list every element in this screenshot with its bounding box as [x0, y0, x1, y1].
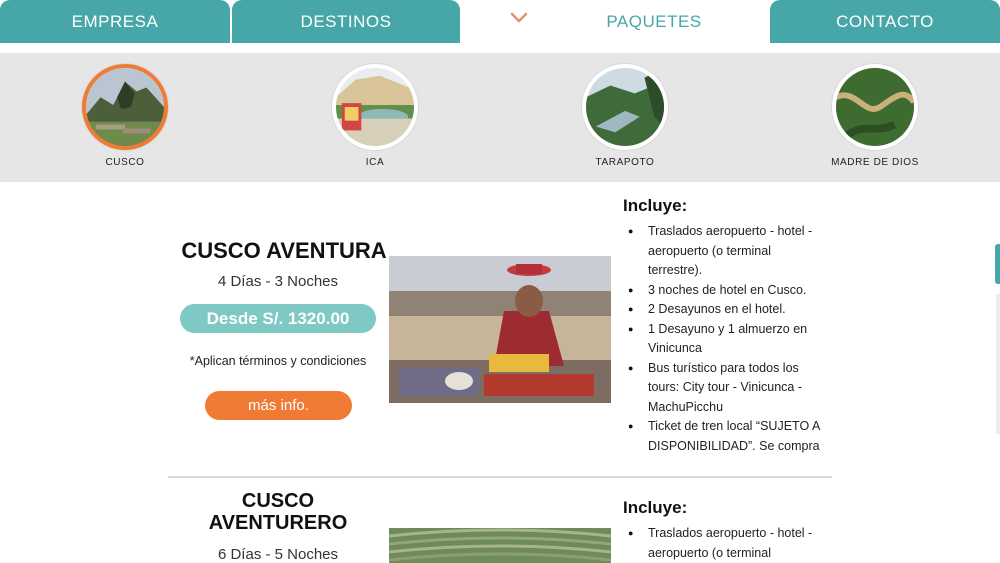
chevron-down-icon	[510, 12, 528, 23]
divider	[168, 476, 832, 478]
tab-label: DESTINOS	[300, 11, 392, 31]
list-item: Ticket de tren local “SUJETO A DISPONIBI…	[628, 417, 828, 456]
destination-ica[interactable]: ICA	[305, 64, 445, 168]
cusco-thumbnail	[82, 64, 168, 150]
list-item: 3 noches de hotel en Cusco.	[628, 281, 828, 301]
terms-note: *Aplican términos y condiciones	[189, 354, 367, 368]
package-duration: 4 Días - 3 Noches	[217, 273, 339, 290]
tab-empresa[interactable]: EMPRESA	[0, 0, 230, 43]
includes-title: Incluye:	[623, 196, 688, 215]
tarapoto-thumbnail	[582, 64, 668, 150]
tab-paquetes[interactable]: PAQUETES	[462, 0, 768, 43]
includes-title: Incluye:	[623, 498, 688, 517]
scroll-edge-tab[interactable]	[995, 244, 1000, 284]
package-photo	[389, 528, 611, 563]
more-info-button[interactable]: más info.	[205, 391, 352, 420]
top-nav: EMPRESA DESTINOS PAQUETES CONTACTO	[0, 0, 1000, 44]
madre-de-dios-thumbnail	[832, 64, 918, 150]
price-badge: Desde S/. 1320.00	[180, 304, 376, 333]
list-item: Bus turístico para todos los tours: City…	[628, 359, 828, 418]
list-item: Traslados aeropuerto - hotel - aeropuert…	[628, 524, 828, 563]
destination-label: TARAPOTO	[595, 157, 655, 168]
destination-cusco[interactable]: CUSCO	[55, 64, 195, 168]
package-card: CUSCO AVENTURERO 6 Días - 5 Noches Inclu…	[168, 490, 832, 563]
tab-contacto[interactable]: CONTACTO	[770, 0, 1000, 43]
tab-label: EMPRESA	[71, 11, 159, 31]
list-item: 2 Desayunos en el hotel.	[628, 300, 828, 320]
package-title: CUSCO AVENTURERO	[208, 490, 348, 534]
destination-label: ICA	[365, 157, 385, 168]
ica-thumbnail	[332, 64, 418, 150]
package-title: CUSCO AVENTURA	[181, 238, 387, 263]
destination-label: MADRE DE DIOS	[831, 157, 919, 168]
destination-madre-de-dios[interactable]: MADRE DE DIOS	[805, 64, 945, 168]
tab-label: CONTACTO	[836, 11, 934, 31]
includes-list: Traslados aeropuerto - hotel - aeropuert…	[628, 222, 828, 456]
includes-list: Traslados aeropuerto - hotel - aeropuert…	[628, 524, 828, 563]
scrollbar-track[interactable]	[996, 294, 1000, 434]
destination-tarapoto[interactable]: TARAPOTO	[555, 64, 695, 168]
list-item: 1 Desayuno y 1 almuerzo en Vinicunca	[628, 320, 828, 359]
tab-destinos[interactable]: DESTINOS	[232, 0, 460, 43]
package-photo	[389, 256, 611, 403]
list-item: Traslados aeropuerto - hotel - aeropuert…	[628, 222, 828, 281]
package-duration: 6 Días - 5 Noches	[217, 546, 339, 563]
tab-label: PAQUETES	[606, 11, 702, 31]
destination-label: CUSCO	[105, 157, 145, 168]
package-card: CUSCO AVENTURA 4 Días - 3 Noches Desde S…	[168, 196, 832, 461]
destination-strip: CUSCO ICA TARAPOTO MADRE DE DIOS	[0, 53, 1000, 182]
